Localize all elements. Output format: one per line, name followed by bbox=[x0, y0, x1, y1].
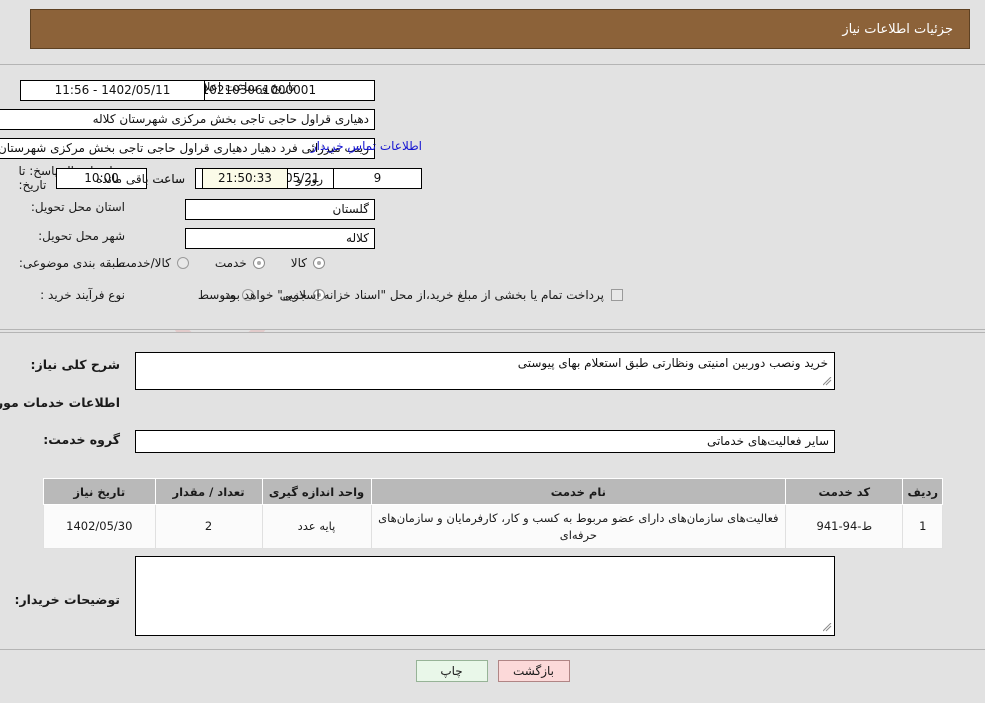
radio-icon-khedmat[interactable] bbox=[252, 257, 265, 269]
province-label-wrap: استان محل تحویل: bbox=[31, 200, 125, 214]
days-label-wrap: روز و bbox=[296, 168, 323, 189]
contact-link-wrap: اطلاعات تماس خریدار bbox=[311, 139, 422, 153]
city-field[interactable]: کلاله bbox=[185, 228, 375, 249]
need-description-textarea[interactable]: خرید ونصب دوربین امنیتی ونظارتی طبق استع… bbox=[135, 352, 835, 390]
process-label-wrap: نوع فرآیند خرید : bbox=[40, 288, 125, 302]
service-group-field[interactable]: سایر فعالیت‌های خدماتی bbox=[135, 430, 835, 453]
need-description-label: شرح کلی نیاز: bbox=[30, 357, 120, 372]
treasury-note-wrap: پرداخت تمام یا بخشی از مبلغ خرید،از محل … bbox=[221, 288, 623, 302]
services-table: ردیف کد خدمت نام خدمت واحد اندازه گیری ت… bbox=[43, 478, 943, 550]
footer-button-bar: بازگشت چاپ bbox=[0, 660, 985, 682]
category-option-kala-label: کالا bbox=[290, 256, 307, 270]
countdown-field: 21:50:33 bbox=[202, 168, 288, 189]
category-option-kala-khedmat[interactable]: کالا/خدمت bbox=[119, 256, 189, 270]
category-option-kala[interactable]: کالا bbox=[291, 256, 325, 270]
th-service-name: نام خدمت bbox=[370, 478, 787, 505]
service-group-label: گروه خدمت: bbox=[43, 432, 120, 447]
buyer-notes-textarea[interactable] bbox=[135, 556, 835, 636]
th-radif: ردیف bbox=[902, 478, 943, 505]
resize-handle-description[interactable] bbox=[823, 377, 832, 386]
radio-icon-kala-khedmat[interactable] bbox=[176, 257, 189, 269]
buyer-notes-label: توضیحات خریدار: bbox=[14, 592, 120, 607]
treasury-checkbox[interactable] bbox=[611, 289, 623, 301]
radio-icon-kala[interactable] bbox=[313, 257, 325, 269]
cell-service-name: فعالیت‌های سازمان‌های دارای عضو مربوط به… bbox=[370, 503, 787, 550]
remaining-days-field[interactable]: 9 bbox=[333, 168, 422, 189]
th-need-date: تاریخ نیاز bbox=[43, 478, 156, 505]
th-service-code: کد خدمت bbox=[785, 478, 904, 505]
announce-datetime-field[interactable]: 1402/05/11 - 11:56 bbox=[20, 80, 205, 101]
cell-quantity: 2 bbox=[154, 503, 263, 550]
treasury-note-text: پرداخت تمام یا بخشی از مبلغ خرید،از محل … bbox=[221, 288, 604, 302]
buyer-org-field[interactable]: دهیاری قراول حاجی تاجی بخش مرکزی شهرستان… bbox=[0, 109, 375, 130]
category-label: طبقه بندی موضوعی: bbox=[18, 256, 125, 270]
th-unit: واحد اندازه گیری bbox=[261, 478, 372, 505]
category-option-kala-khedmat-label: کالا/خدمت bbox=[118, 256, 171, 270]
city-label-wrap: شهر محل تحویل: bbox=[38, 229, 125, 243]
cell-unit: پایه عدد bbox=[261, 503, 372, 550]
category-option-khedmat-label: خدمت bbox=[214, 256, 247, 270]
back-button[interactable]: بازگشت bbox=[497, 660, 570, 682]
cell-radif: 1 bbox=[902, 503, 943, 550]
category-label-wrap: طبقه بندی موضوعی: bbox=[19, 256, 125, 270]
city-label: شهر محل تحویل: bbox=[38, 229, 125, 243]
remaining-hours-label: ساعت باقی مانده bbox=[96, 171, 186, 186]
province-field[interactable]: گلستان bbox=[185, 199, 375, 220]
cell-service-code: ط-94-941 bbox=[785, 503, 904, 550]
buyer-contact-link[interactable]: اطلاعات تماس خریدار bbox=[311, 139, 422, 153]
table-header-row: ردیف کد خدمت نام خدمت واحد اندازه گیری ت… bbox=[43, 478, 943, 505]
print-button[interactable]: چاپ bbox=[415, 660, 488, 682]
remaining-label-wrap: ساعت باقی مانده bbox=[96, 168, 185, 189]
category-option-khedmat[interactable]: خدمت bbox=[215, 256, 265, 270]
cell-need-date: 1402/05/30 bbox=[43, 503, 156, 550]
purchase-process-label: نوع فرآیند خرید : bbox=[40, 288, 125, 302]
services-section-heading: اطلاعات خدمات مورد نیاز bbox=[0, 395, 120, 410]
category-radio-group: کالا خدمت کالا/خدمت bbox=[119, 256, 325, 270]
page-title: جزئیات اطلاعات نیاز bbox=[842, 21, 953, 37]
remaining-days-label: روز و bbox=[296, 171, 323, 186]
table-row: 1 ط-94-941 فعالیت‌های سازمان‌های دارای ع… bbox=[43, 503, 943, 550]
window-title-bar: جزئیات اطلاعات نیاز bbox=[30, 9, 970, 49]
province-label: استان محل تحویل: bbox=[30, 200, 125, 214]
page-root: AriaTender.net جزئیات اطلاعات نیاز شماره… bbox=[0, 0, 985, 703]
th-quantity: تعداد / مقدار bbox=[154, 478, 263, 505]
resize-handle-buyer-notes[interactable] bbox=[823, 623, 832, 632]
